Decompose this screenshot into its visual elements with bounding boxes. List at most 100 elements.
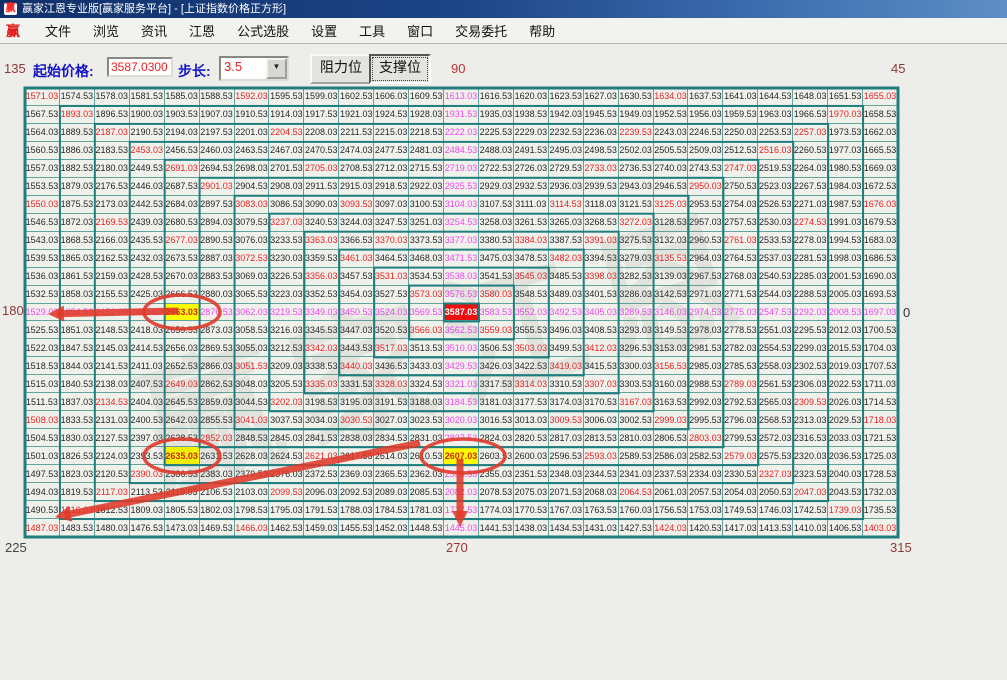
- toolbar: 135 起始价格: 步长: 3.5 ▼ 阻力位 支撑位 90 45: [0, 50, 1007, 86]
- grid-cell-23-16: 1763.53: [584, 501, 619, 519]
- grid-cell-24-16: 1431.03: [584, 519, 619, 537]
- grid-cell-16-18: 3160.03: [654, 375, 689, 393]
- grid-cell-17-9: 3195.03: [339, 393, 374, 411]
- grid-cell-2-17: 2239.53: [619, 124, 654, 142]
- menu-item-3[interactable]: 江恩: [189, 24, 215, 39]
- grid-cell-1-24: 1658.53: [863, 106, 898, 124]
- grid-cell-4-20: 2747.03: [723, 160, 758, 178]
- grid-cell-10-2: 2159.03: [95, 268, 130, 286]
- grid-cell-6-3: 2442.53: [130, 196, 165, 214]
- grid-cell-17-21: 2565.03: [758, 393, 793, 411]
- grid-cell-17-1: 1837.03: [60, 393, 95, 411]
- grid-cell-17-24: 1714.53: [863, 393, 898, 411]
- grid-cell-21-8: 2372.53: [304, 465, 339, 483]
- grid-cell-13-12: 3562.53: [444, 321, 479, 339]
- grid-cell-23-20: 1749.53: [723, 501, 758, 519]
- grid-cell-12-5: 2876.53: [200, 304, 235, 322]
- grid-cell-1-5: 1907.03: [200, 106, 235, 124]
- grid-cell-20-5: 2631.53: [200, 447, 235, 465]
- grid-cell-5-18: 2946.53: [654, 178, 689, 196]
- grid-cell-9-14: 3478.53: [514, 250, 549, 268]
- grid-cell-23-19: 1753.03: [688, 501, 723, 519]
- grid-cell-6-21: 2526.53: [758, 196, 793, 214]
- grid-cell-14-1: 1847.53: [60, 339, 95, 357]
- grid-cell-1-19: 1956.03: [688, 106, 723, 124]
- grid-cell-4-4: 2691.03: [165, 160, 200, 178]
- grid-cell-11-18: 3142.53: [654, 286, 689, 304]
- start-price-input[interactable]: [107, 57, 173, 77]
- grid-cell-13-19: 2978.03: [688, 321, 723, 339]
- grid-cell-10-23: 2001.53: [828, 268, 863, 286]
- grid-cell-16-21: 2561.53: [758, 375, 793, 393]
- chevron-down-icon[interactable]: ▼: [266, 58, 287, 79]
- grid-cell-6-15: 3114.53: [549, 196, 584, 214]
- grid-cell-3-9: 2474.03: [339, 142, 374, 160]
- grid-cell-16-11: 3324.53: [409, 375, 444, 393]
- grid-cell-11-22: 2288.53: [793, 286, 828, 304]
- grid-cell-12-7: 3219.53: [269, 304, 304, 322]
- grid-cell-21-2: 2120.53: [95, 465, 130, 483]
- grid-cell-6-22: 2271.03: [793, 196, 828, 214]
- menu-item-2[interactable]: 资讯: [141, 24, 167, 39]
- grid-cell-15-16: 3415.53: [584, 357, 619, 375]
- support-button[interactable]: 支撑位: [369, 54, 431, 84]
- grid-cell-22-12: 2082.03: [444, 483, 479, 501]
- grid-cell-19-11: 2831.03: [409, 429, 444, 447]
- grid-cell-0-22: 1648.03: [793, 88, 828, 106]
- grid-cell-7-14: 3261.53: [514, 214, 549, 232]
- grid-cell-10-9: 3457.53: [339, 268, 374, 286]
- grid-cell-18-8: 3034.03: [304, 411, 339, 429]
- grid-cell-14-4: 2656.03: [165, 339, 200, 357]
- grid-cell-9-2: 2162.53: [95, 250, 130, 268]
- grid-cell-5-2: 2176.53: [95, 178, 130, 196]
- grid-cell-13-21: 2551.03: [758, 321, 793, 339]
- grid-cell-3-24: 1665.53: [863, 142, 898, 160]
- grid-cell-3-10: 2477.53: [374, 142, 409, 160]
- grid-cell-24-18: 1424.03: [654, 519, 689, 537]
- menu-item-9[interactable]: 帮助: [529, 24, 555, 39]
- grid-cell-24-23: 1406.53: [828, 519, 863, 537]
- grid-cell-7-5: 2894.03: [200, 214, 235, 232]
- grid-cell-5-10: 2918.53: [374, 178, 409, 196]
- grid-cell-7-22: 2274.53: [793, 214, 828, 232]
- grid-cell-22-15: 2071.53: [549, 483, 584, 501]
- grid-cell-17-23: 2026.03: [828, 393, 863, 411]
- grid-cell-20-22: 2320.03: [793, 447, 828, 465]
- menu-item-7[interactable]: 窗口: [407, 24, 433, 39]
- grid-cell-24-20: 1417.03: [723, 519, 758, 537]
- grid-cell-14-12: 3510.03: [444, 339, 479, 357]
- menu-item-6[interactable]: 工具: [359, 24, 385, 39]
- grid-cell-17-2: 2134.53: [95, 393, 130, 411]
- grid-cell-2-24: 1662.03: [863, 124, 898, 142]
- grid-cell-5-8: 2911.53: [304, 178, 339, 196]
- grid-cell-9-21: 2537.03: [758, 250, 793, 268]
- grid-cell-14-20: 2782.03: [723, 339, 758, 357]
- grid-cell-21-21: 2327.03: [758, 465, 793, 483]
- resistance-button[interactable]: 阻力位: [310, 54, 372, 84]
- grid-cell-18-21: 2568.53: [758, 411, 793, 429]
- menu-item-1[interactable]: 浏览: [93, 24, 119, 39]
- menu-item-4[interactable]: 公式选股: [237, 24, 289, 39]
- grid-cell-12-3: 2421.53: [130, 304, 165, 322]
- menu-item-0[interactable]: 文件: [45, 24, 71, 39]
- grid-cell-18-6: 3041.03: [235, 411, 270, 429]
- grid-cell-20-7: 2624.53: [269, 447, 304, 465]
- menu-item-8[interactable]: 交易委托: [455, 24, 507, 39]
- grid-cell-11-9: 3454.03: [339, 286, 374, 304]
- grid-cell-23-24: 1735.53: [863, 501, 898, 519]
- grid-cell-0-3: 1581.53: [130, 88, 165, 106]
- grid-cell-6-13: 3107.53: [479, 196, 514, 214]
- grid-cell-18-0: 1508.03: [25, 411, 60, 429]
- grid-cell-18-5: 2855.53: [200, 411, 235, 429]
- grid-cell-19-21: 2572.03: [758, 429, 793, 447]
- menu-item-5[interactable]: 设置: [311, 24, 337, 39]
- grid-cell-20-2: 2124.03: [95, 447, 130, 465]
- grid-cell-3-15: 2495.03: [549, 142, 584, 160]
- grid-cell-22-0: 1494.03: [25, 483, 60, 501]
- grid-cell-15-18: 3156.53: [654, 357, 689, 375]
- grid-cell-24-17: 1427.53: [619, 519, 654, 537]
- grid-cell-15-17: 3300.03: [619, 357, 654, 375]
- grid-cell-0-10: 1606.03: [374, 88, 409, 106]
- step-select[interactable]: 3.5 ▼: [219, 56, 289, 81]
- grid-cell-15-14: 3422.53: [514, 357, 549, 375]
